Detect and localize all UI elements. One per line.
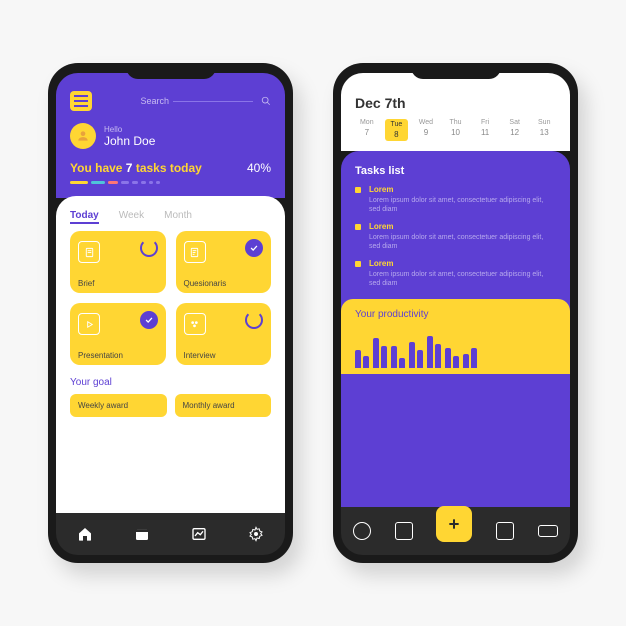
calendar-day[interactable]: Tue8 <box>385 119 409 141</box>
progress-ring-icon <box>140 239 158 257</box>
task-desc: Lorem ipsum dolor sit amet, consectetuer… <box>369 233 556 251</box>
tab-week[interactable]: Week <box>119 210 144 221</box>
bullet-icon <box>355 224 361 230</box>
bar-group <box>427 336 441 368</box>
task-list: Lorem Lorem ipsum dolor sit amet, consect… <box>355 185 556 289</box>
tile-label: Brief <box>78 279 94 288</box>
search-icon <box>261 96 271 106</box>
notch <box>411 63 501 79</box>
tab-today[interactable]: Today <box>70 210 99 221</box>
tile-icon <box>78 313 100 335</box>
task-item[interactable]: Lorem Lorem ipsum dolor sit amet, consect… <box>355 185 556 214</box>
calendar-day[interactable]: Mon7 <box>355 119 379 141</box>
productivity-title: Your productivity <box>355 309 556 320</box>
settings-icon[interactable] <box>247 525 265 543</box>
task-item[interactable]: Lorem Lorem ipsum dolor sit amet, consect… <box>355 259 556 288</box>
bottom-nav <box>341 507 570 555</box>
productivity-card: Your productivity <box>341 299 570 374</box>
bullet-icon <box>355 187 361 193</box>
progress-ring-icon <box>245 311 263 329</box>
bar-group <box>373 338 387 368</box>
bar-group <box>463 348 477 368</box>
tile-presentation[interactable]: Presentation <box>70 303 166 365</box>
header-panel: Search Hello John Doe You have 7 tasks t… <box>56 73 285 198</box>
tile-label: Interview <box>184 351 216 360</box>
phone-right: Dec 7th Mon7 Tue8Wed9 Thu10Fri11 Sat12Sun13… <box>333 63 578 563</box>
notch <box>126 63 216 79</box>
check-icon <box>245 239 263 257</box>
screen-left: Search Hello John Doe You have 7 tasks t… <box>56 73 285 555</box>
tasks-list-title: Tasks list <box>355 165 556 177</box>
task-desc: Lorem ipsum dolor sit amet, consectetuer… <box>369 196 556 214</box>
task-name: Lorem <box>369 259 556 268</box>
week-calendar: Mon7 Tue8Wed9 Thu10Fri11 Sat12Sun13 <box>355 119 556 141</box>
tile-icon <box>78 241 100 263</box>
calendar-day[interactable]: Wed9 <box>414 119 438 141</box>
tile-interview[interactable]: Interview <box>176 303 272 365</box>
nav-pill-icon[interactable] <box>538 525 558 537</box>
bar-group <box>445 348 459 368</box>
tile-brief[interactable]: Brief <box>70 231 166 293</box>
goal-title: Your goal <box>70 377 271 388</box>
stats-icon[interactable] <box>190 525 208 543</box>
tile-icon <box>184 313 206 335</box>
progress-percent: 40% <box>247 161 271 175</box>
calendar-day[interactable]: Sun13 <box>532 119 556 141</box>
main-card: Today Week Month Brief Quesionaris Present… <box>56 196 285 513</box>
goal-monthly[interactable]: Monthly award <box>175 394 272 417</box>
user-row[interactable]: Hello John Doe <box>70 123 271 149</box>
home-icon[interactable] <box>76 525 94 543</box>
tile-label: Quesionaris <box>184 279 227 288</box>
bar-group <box>355 350 369 368</box>
tab-month[interactable]: Month <box>164 210 192 221</box>
calendar-day[interactable]: Fri11 <box>473 119 497 141</box>
bar-group <box>409 342 423 368</box>
goal-weekly[interactable]: Weekly award <box>70 394 167 417</box>
task-name: Lorem <box>369 185 556 194</box>
tasks-panel: Tasks list Lorem Lorem ipsum dolor sit am… <box>341 151 570 507</box>
check-icon <box>140 311 158 329</box>
tile-quesionaris[interactable]: Quesionaris <box>176 231 272 293</box>
period-tabs: Today Week Month <box>70 210 271 221</box>
phone-left: Search Hello John Doe You have 7 tasks t… <box>48 63 293 563</box>
bottom-nav <box>56 513 285 555</box>
calendar-day[interactable]: Sat12 <box>503 119 527 141</box>
add-button[interactable] <box>436 506 472 542</box>
search-label: Search <box>140 96 169 106</box>
nav-square-icon[interactable] <box>496 522 514 540</box>
greeting-label: Hello <box>104 125 155 134</box>
productivity-chart <box>355 328 556 368</box>
calendar-day[interactable]: Thu10 <box>444 119 468 141</box>
date-header: Dec 7th Mon7 Tue8Wed9 Thu10Fri11 Sat12Sun13 <box>341 73 570 151</box>
screen-right: Dec 7th Mon7 Tue8Wed9 Thu10Fri11 Sat12Sun13… <box>341 73 570 555</box>
bar-group <box>391 346 405 368</box>
current-date: Dec 7th <box>355 95 556 111</box>
task-name: Lorem <box>369 222 556 231</box>
avatar <box>70 123 96 149</box>
user-name: John Doe <box>104 134 155 148</box>
progress-bar <box>70 181 271 184</box>
task-grid: Brief Quesionaris Presentation Interview <box>70 231 271 365</box>
task-desc: Lorem ipsum dolor sit amet, consectetuer… <box>369 270 556 288</box>
bullet-icon <box>355 261 361 267</box>
task-item[interactable]: Lorem Lorem ipsum dolor sit amet, consect… <box>355 222 556 251</box>
nav-calendar-icon[interactable] <box>395 522 413 540</box>
menu-button[interactable] <box>70 91 92 111</box>
nav-circle-icon[interactable] <box>353 522 371 540</box>
tasks-message: You have 7 tasks today <box>70 161 202 175</box>
tile-label: Presentation <box>78 351 123 360</box>
search-field[interactable]: Search <box>140 96 271 106</box>
calendar-icon[interactable] <box>133 525 151 543</box>
tile-icon <box>184 241 206 263</box>
